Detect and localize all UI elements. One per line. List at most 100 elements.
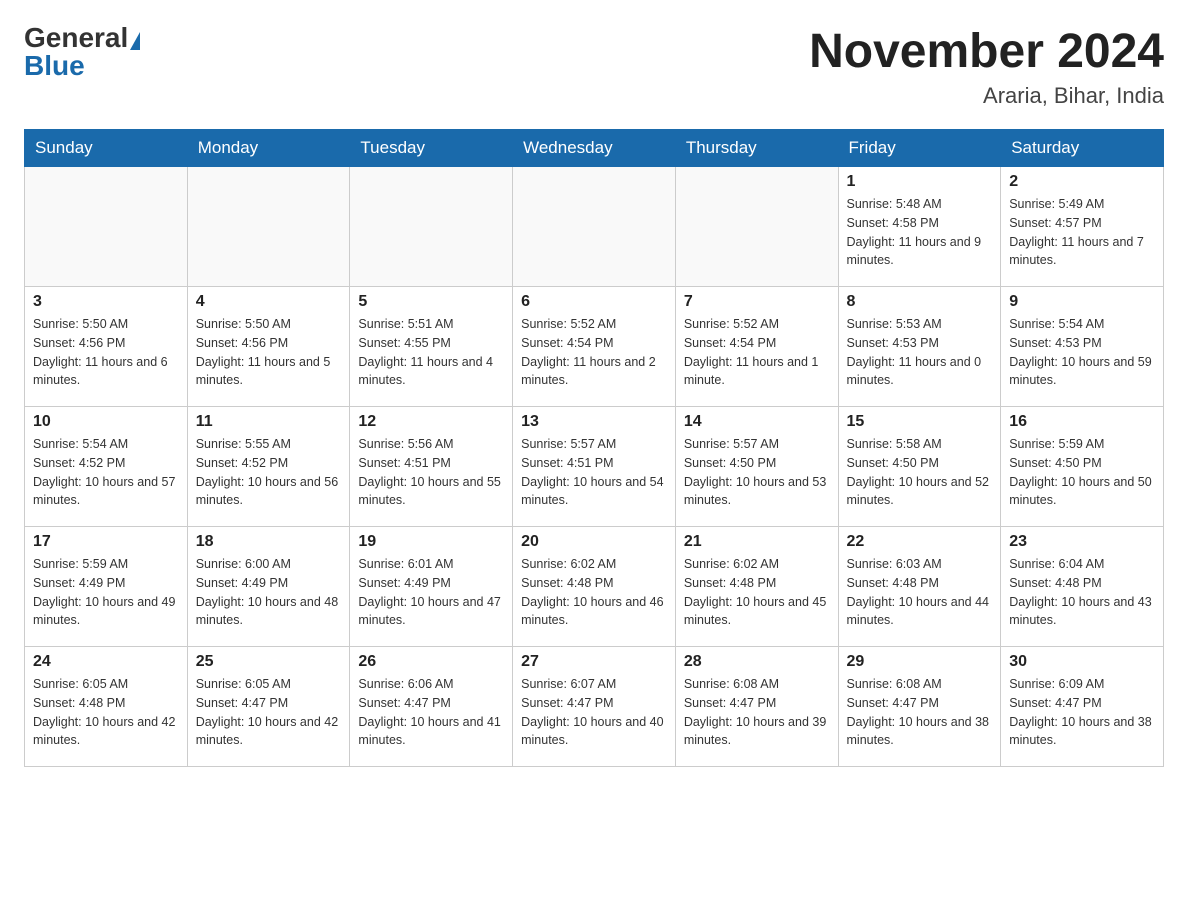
calendar-cell: 8Sunrise: 5:53 AMSunset: 4:53 PMDaylight… [838, 287, 1001, 407]
calendar-cell: 21Sunrise: 6:02 AMSunset: 4:48 PMDayligh… [675, 527, 838, 647]
calendar-cell: 29 Sunrise: 6:08 AMSunset: 4:47 PMDayligh… [838, 647, 1001, 767]
day-number: 21 [684, 533, 830, 551]
day-number: 27 [521, 653, 667, 671]
calendar-week-4: 17Sunrise: 5:59 AMSunset: 4:49 PMDayligh… [25, 527, 1164, 647]
calendar-cell: 17Sunrise: 5:59 AMSunset: 4:49 PMDayligh… [25, 527, 188, 647]
day-number: 3 [33, 293, 179, 311]
day-number: 20 [521, 533, 667, 551]
calendar-cell: 19Sunrise: 6:01 AMSunset: 4:49 PMDayligh… [350, 527, 513, 647]
day-info: Sunrise: 5:59 AMSunset: 4:49 PMDaylight:… [33, 555, 179, 630]
day-number: 2 [1009, 173, 1155, 191]
day-info: Sunrise: 5:59 AMSunset: 4:50 PMDaylight:… [1009, 435, 1155, 510]
weekday-header-sunday: Sunday [25, 130, 188, 167]
calendar-subtitle: Araria, Bihar, India [809, 83, 1164, 109]
weekday-header-wednesday: Wednesday [513, 130, 676, 167]
day-number: 13 [521, 413, 667, 431]
day-number: 22 [847, 533, 993, 551]
day-number: 29 [847, 653, 993, 671]
calendar-cell: 10 Sunrise: 5:54 AMSunset: 4:52 PMDayligh… [25, 407, 188, 527]
day-number: 26 [358, 653, 504, 671]
title-block: November 2024 Araria, Bihar, India [809, 24, 1164, 109]
day-info: Sunrise: 5:58 AMSunset: 4:50 PMDaylight:… [847, 435, 993, 510]
logo-blue-text: Blue [24, 50, 85, 81]
logo-line2: Blue [24, 52, 85, 80]
calendar-cell: 28 Sunrise: 6:08 AMSunset: 4:47 PMDayligh… [675, 647, 838, 767]
calendar-cell: 16 Sunrise: 5:59 AMSunset: 4:50 PMDayligh… [1001, 407, 1164, 527]
weekday-header-monday: Monday [187, 130, 350, 167]
weekday-header-saturday: Saturday [1001, 130, 1164, 167]
day-info: Sunrise: 6:01 AMSunset: 4:49 PMDaylight:… [358, 555, 504, 630]
day-info: Sunrise: 6:05 AMSunset: 4:47 PMDaylight:… [196, 675, 342, 750]
weekday-header-row: SundayMondayTuesdayWednesdayThursdayFrid… [25, 130, 1164, 167]
calendar-cell [350, 167, 513, 287]
day-info: Sunrise: 6:02 AMSunset: 4:48 PMDaylight:… [521, 555, 667, 630]
calendar-week-2: 3 Sunrise: 5:50 AMSunset: 4:56 PMDaylight… [25, 287, 1164, 407]
day-number: 5 [358, 293, 504, 311]
day-number: 24 [33, 653, 179, 671]
calendar-cell: 26 Sunrise: 6:06 AMSunset: 4:47 PMDayligh… [350, 647, 513, 767]
day-number: 6 [521, 293, 667, 311]
day-number: 14 [684, 413, 830, 431]
day-number: 11 [196, 413, 342, 431]
calendar-cell: 3 Sunrise: 5:50 AMSunset: 4:56 PMDaylight… [25, 287, 188, 407]
calendar-cell: 6 Sunrise: 5:52 AMSunset: 4:54 PMDaylight… [513, 287, 676, 407]
day-info: Sunrise: 5:50 AMSunset: 4:56 PMDaylight:… [33, 315, 179, 390]
day-number: 23 [1009, 533, 1155, 551]
logo: General Blue [24, 24, 140, 80]
calendar-cell: 20 Sunrise: 6:02 AMSunset: 4:48 PMDayligh… [513, 527, 676, 647]
day-info: Sunrise: 5:57 AMSunset: 4:50 PMDaylight:… [684, 435, 830, 510]
day-info: Sunrise: 5:52 AMSunset: 4:54 PMDaylight:… [684, 315, 830, 390]
calendar-cell [25, 167, 188, 287]
day-info: Sunrise: 6:04 AMSunset: 4:48 PMDaylight:… [1009, 555, 1155, 630]
day-info: Sunrise: 6:07 AMSunset: 4:47 PMDaylight:… [521, 675, 667, 750]
day-info: Sunrise: 5:52 AMSunset: 4:54 PMDaylight:… [521, 315, 667, 390]
day-info: Sunrise: 5:50 AMSunset: 4:56 PMDaylight:… [196, 315, 342, 390]
day-info: Sunrise: 5:48 AMSunset: 4:58 PMDaylight:… [847, 195, 993, 270]
calendar-cell: 7 Sunrise: 5:52 AMSunset: 4:54 PMDaylight… [675, 287, 838, 407]
calendar-cell: 11 Sunrise: 5:55 AMSunset: 4:52 PMDayligh… [187, 407, 350, 527]
calendar-week-1: 1 Sunrise: 5:48 AMSunset: 4:58 PMDaylight… [25, 167, 1164, 287]
calendar-cell: 15Sunrise: 5:58 AMSunset: 4:50 PMDayligh… [838, 407, 1001, 527]
calendar-cell: 27 Sunrise: 6:07 AMSunset: 4:47 PMDayligh… [513, 647, 676, 767]
page-header: General Blue November 2024 Araria, Bihar… [24, 24, 1164, 109]
day-number: 8 [847, 293, 993, 311]
day-info: Sunrise: 6:08 AMSunset: 4:47 PMDaylight:… [684, 675, 830, 750]
calendar-cell [513, 167, 676, 287]
day-info: Sunrise: 5:54 AMSunset: 4:52 PMDaylight:… [33, 435, 179, 510]
calendar-cell: 30Sunrise: 6:09 AMSunset: 4:47 PMDayligh… [1001, 647, 1164, 767]
day-number: 7 [684, 293, 830, 311]
calendar-cell [187, 167, 350, 287]
day-info: Sunrise: 6:05 AMSunset: 4:48 PMDaylight:… [33, 675, 179, 750]
day-number: 1 [847, 173, 993, 191]
day-info: Sunrise: 6:03 AMSunset: 4:48 PMDaylight:… [847, 555, 993, 630]
day-number: 10 [33, 413, 179, 431]
calendar-cell: 2Sunrise: 5:49 AMSunset: 4:57 PMDaylight… [1001, 167, 1164, 287]
day-info: Sunrise: 6:00 AMSunset: 4:49 PMDaylight:… [196, 555, 342, 630]
day-number: 4 [196, 293, 342, 311]
calendar-cell: 4 Sunrise: 5:50 AMSunset: 4:56 PMDaylight… [187, 287, 350, 407]
day-number: 30 [1009, 653, 1155, 671]
logo-line1: General [24, 24, 140, 52]
day-number: 25 [196, 653, 342, 671]
day-number: 16 [1009, 413, 1155, 431]
weekday-header-friday: Friday [838, 130, 1001, 167]
day-number: 18 [196, 533, 342, 551]
calendar-cell: 25 Sunrise: 6:05 AMSunset: 4:47 PMDayligh… [187, 647, 350, 767]
calendar-cell: 23 Sunrise: 6:04 AMSunset: 4:48 PMDayligh… [1001, 527, 1164, 647]
calendar-cell: 9Sunrise: 5:54 AMSunset: 4:53 PMDaylight… [1001, 287, 1164, 407]
day-number: 9 [1009, 293, 1155, 311]
day-info: Sunrise: 5:55 AMSunset: 4:52 PMDaylight:… [196, 435, 342, 510]
weekday-header-thursday: Thursday [675, 130, 838, 167]
calendar-cell: 22 Sunrise: 6:03 AMSunset: 4:48 PMDayligh… [838, 527, 1001, 647]
calendar-table: SundayMondayTuesdayWednesdayThursdayFrid… [24, 129, 1164, 767]
day-info: Sunrise: 6:08 AMSunset: 4:47 PMDaylight:… [847, 675, 993, 750]
logo-triangle-icon [130, 32, 140, 50]
calendar-cell: 24 Sunrise: 6:05 AMSunset: 4:48 PMDayligh… [25, 647, 188, 767]
day-number: 28 [684, 653, 830, 671]
calendar-week-3: 10 Sunrise: 5:54 AMSunset: 4:52 PMDayligh… [25, 407, 1164, 527]
calendar-week-5: 24 Sunrise: 6:05 AMSunset: 4:48 PMDayligh… [25, 647, 1164, 767]
calendar-cell: 14 Sunrise: 5:57 AMSunset: 4:50 PMDayligh… [675, 407, 838, 527]
calendar-cell: 1 Sunrise: 5:48 AMSunset: 4:58 PMDaylight… [838, 167, 1001, 287]
day-info: Sunrise: 6:06 AMSunset: 4:47 PMDaylight:… [358, 675, 504, 750]
calendar-title: November 2024 [809, 24, 1164, 79]
